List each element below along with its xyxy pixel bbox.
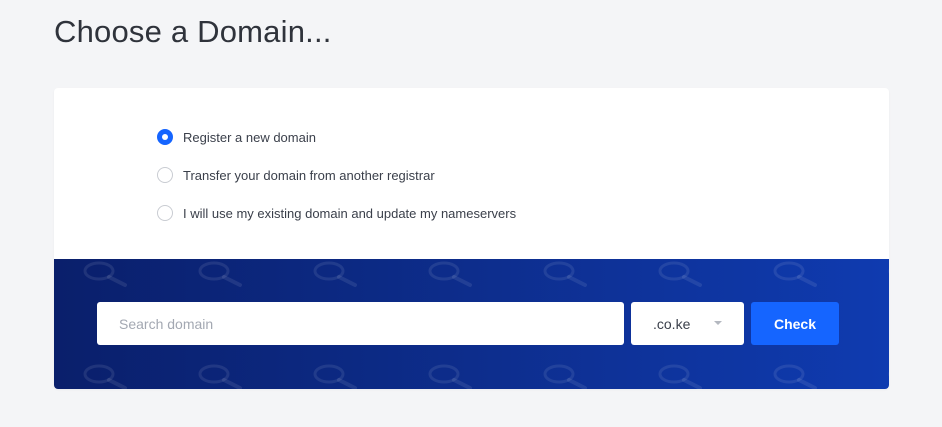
radio-use-existing[interactable] [157,205,173,221]
option-label: I will use my existing domain and update… [183,205,517,221]
option-use-existing[interactable]: I will use my existing domain and update… [157,194,516,232]
search-domain-input[interactable] [97,302,624,345]
caret-down-icon [714,321,722,325]
page-title: Choose a Domain... [54,14,332,49]
magnifier-pattern-icon [198,364,242,389]
magnifier-pattern-icon [83,364,127,389]
magnifier-pattern-icon [658,364,702,389]
tld-selected-value: .co.ke [653,315,691,332]
magnifier-pattern-icon [658,261,702,287]
option-register-new[interactable]: Register a new domain [157,118,516,156]
magnifier-pattern-icon [198,261,242,287]
option-transfer[interactable]: Transfer your domain from another regist… [157,156,516,194]
domain-choice-card: Register a new domain Transfer your doma… [54,88,889,389]
magnifier-pattern-icon [313,364,357,389]
magnifier-pattern-icon [428,261,472,287]
tld-select[interactable]: .co.ke [631,302,744,345]
radio-transfer[interactable] [157,167,173,183]
magnifier-pattern-icon [543,261,587,287]
domain-option-group: Register a new domain Transfer your doma… [157,118,516,232]
check-button[interactable]: Check [751,302,839,345]
option-label: Register a new domain [183,129,316,145]
magnifier-pattern-icon [773,261,817,287]
magnifier-pattern-icon [773,364,817,389]
magnifier-pattern-icon [428,364,472,389]
magnifier-pattern-icon [543,364,587,389]
option-label: Transfer your domain from another regist… [183,167,435,183]
magnifier-pattern-icon [313,261,357,287]
domain-search-band: .co.ke Check [54,259,889,389]
radio-register-new[interactable] [157,129,173,145]
magnifier-pattern-icon [83,261,127,287]
